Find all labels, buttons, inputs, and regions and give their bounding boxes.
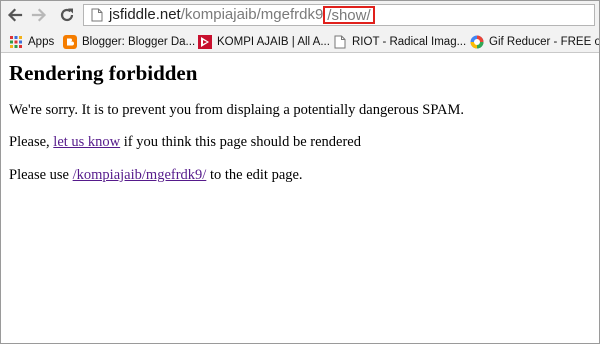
bookmark-gif-reducer[interactable]: Gif Reducer - FREE o... — [467, 31, 599, 52]
url-highlight-box: /show/ — [323, 6, 375, 24]
bookmark-kompi-ajaib[interactable]: KOMPI AJAIB | All A... — [195, 31, 330, 52]
page-title: Rendering forbidden — [9, 61, 198, 85]
bookmark-label: Blogger: Blogger Da... — [82, 35, 196, 48]
edit-page-message: Please use /kompiajaib/mgefrdk9/ to the … — [9, 166, 593, 184]
browser-window: jsfiddle.net/kompiajaib/mgefrdk9/show/ A… — [0, 0, 600, 344]
bookmark-blogger[interactable]: Blogger: Blogger Da... — [60, 31, 195, 52]
url-host: jsfiddle.net — [109, 6, 181, 23]
bookmark-label: RIOT - Radical Imag... — [352, 35, 467, 48]
let-us-know-link[interactable]: let us know — [53, 134, 120, 150]
url-text: jsfiddle.net/kompiajaib/mgefrdk9/show/ — [109, 6, 375, 24]
feedback-prefix: Please, — [9, 134, 54, 150]
gif-reducer-icon — [470, 35, 484, 49]
page-content: Rendering forbidden We're sorry. It is t… — [9, 59, 593, 184]
feedback-suffix: if you think this page should be rendere… — [120, 134, 361, 150]
bookmarks-bar: Apps Blogger: Blogger Da... KOMPI AJAIB … — [1, 31, 599, 53]
forward-button[interactable] — [29, 5, 49, 25]
bookmark-label: Gif Reducer - FREE o... — [489, 35, 599, 48]
kompi-ajaib-icon — [198, 34, 212, 49]
browser-toolbar: jsfiddle.net/kompiajaib/mgefrdk9/show/ — [1, 1, 599, 31]
bookmark-apps[interactable]: Apps — [6, 31, 56, 52]
bookmark-label: KOMPI AJAIB | All A... — [217, 35, 330, 48]
sorry-message: We're sorry. It is to prevent you from d… — [9, 102, 465, 118]
bookmark-label: Apps — [28, 35, 55, 48]
blogger-icon — [63, 34, 77, 49]
bookmark-riot[interactable]: RIOT - Radical Imag... — [330, 31, 467, 52]
reload-button[interactable] — [57, 5, 77, 25]
feedback-message: Please, let us know if you think this pa… — [9, 133, 593, 151]
edit-suffix: to the edit page. — [206, 167, 303, 183]
page-icon — [89, 7, 105, 23]
page-icon — [333, 35, 347, 49]
forward-arrow-icon — [31, 8, 47, 22]
reload-icon — [60, 8, 74, 22]
back-arrow-icon — [7, 8, 23, 22]
edit-page-link[interactable]: /kompiajaib/mgefrdk9/ — [73, 167, 207, 183]
url-path: /kompiajaib/mgefrdk9 — [180, 6, 324, 23]
back-button[interactable] — [5, 5, 25, 25]
edit-prefix: Please use — [9, 167, 73, 183]
apps-grid-icon — [9, 35, 23, 49]
address-bar[interactable]: jsfiddle.net/kompiajaib/mgefrdk9/show/ — [83, 4, 595, 26]
